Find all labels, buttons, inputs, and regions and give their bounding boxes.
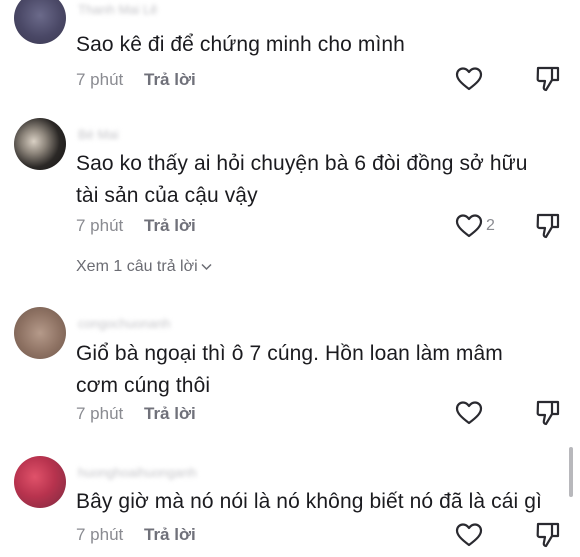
heart-icon[interactable]: [455, 213, 483, 239]
like-count: 2: [486, 217, 495, 234]
comment-text: Sao kê đi để chứng minh cho mình: [76, 33, 405, 56]
scrollbar[interactable]: [569, 447, 573, 497]
username[interactable]: congochuonanh: [78, 316, 171, 331]
comment-text: Sao ko thấy ai hỏi chuyện bà 6 đòi đồng …: [76, 152, 528, 207]
heart-icon[interactable]: [455, 66, 483, 92]
comment-text: Giổ bà ngoại thì ô 7 cúng. Hồn loan làm …: [76, 342, 503, 397]
username[interactable]: Thanh Mai Lê: [78, 2, 158, 17]
avatar[interactable]: [14, 307, 66, 359]
comment-text: Bây giờ mà nó nói là nó không biết nó đã…: [76, 490, 542, 513]
reply-button[interactable]: Trả lời: [144, 525, 196, 545]
comment-time: 7 phút: [76, 216, 124, 235]
comment-time: 7 phút: [76, 525, 124, 544]
thumbs-down-icon[interactable]: [535, 399, 561, 427]
avatar[interactable]: [14, 0, 66, 44]
reply-button[interactable]: Trả lời: [144, 216, 196, 236]
view-replies-label: Xem 1 câu trả lời: [76, 258, 198, 275]
reply-button[interactable]: Trả lời: [144, 404, 196, 424]
username[interactable]: Bé Mai: [78, 127, 118, 142]
heart-icon[interactable]: [455, 400, 483, 426]
thumbs-down-icon[interactable]: [535, 521, 561, 549]
chevron-down-icon: [201, 263, 212, 271]
thumbs-down-icon[interactable]: [535, 65, 561, 93]
heart-icon[interactable]: [455, 522, 483, 548]
thumbs-down-icon[interactable]: [535, 212, 561, 240]
comment-time: 7 phút: [76, 404, 124, 423]
view-replies-button[interactable]: Xem 1 câu trả lời: [76, 258, 212, 276]
reply-button[interactable]: Trả lời: [144, 70, 196, 90]
comment-time: 7 phút: [76, 70, 124, 89]
username[interactable]: huonghoaihuonganh: [78, 465, 197, 480]
avatar[interactable]: [14, 456, 66, 508]
avatar[interactable]: [14, 118, 66, 170]
